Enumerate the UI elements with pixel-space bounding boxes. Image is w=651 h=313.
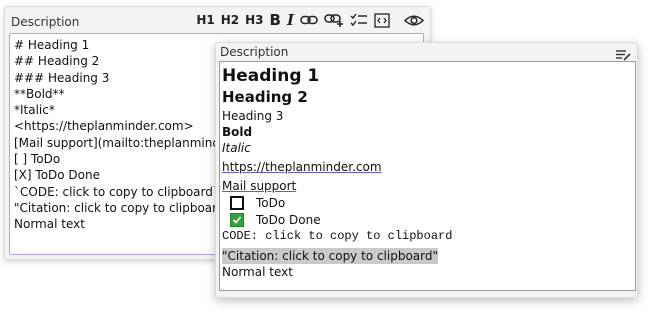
preview-heading-2: Heading 2	[222, 88, 308, 106]
code-block-button[interactable]	[374, 12, 390, 28]
link-button[interactable]	[300, 12, 318, 28]
heading3-button[interactable]: H3	[245, 12, 263, 28]
todo-done-checkbox[interactable]	[230, 212, 244, 227]
italic-button[interactable]: I	[287, 11, 294, 29]
preview-normal-text: Normal text	[222, 265, 293, 279]
preview-heading-3: Heading 3	[222, 109, 284, 123]
todo-checkbox[interactable]	[230, 195, 244, 210]
markdown-preview: Heading 1 Heading 2 Heading 3 Bold Itali…	[219, 61, 636, 291]
add-link-button[interactable]	[324, 12, 344, 28]
markdown-toolbar: H1 H2 H3 B I	[196, 11, 424, 29]
preview-bold-text: Bold	[222, 125, 253, 139]
preview-toggle-button[interactable]	[404, 12, 424, 28]
add-link-icon	[324, 14, 343, 27]
preview-code-copy[interactable]: CODE: click to copy to clipboard	[222, 228, 635, 245]
preview-panel: Description Heading 1 Heading 2 Heading …	[215, 42, 638, 298]
heading2-button[interactable]: H2	[221, 12, 239, 28]
link-icon	[300, 15, 318, 25]
checklist-button[interactable]	[350, 12, 368, 28]
todo-label: ToDo	[256, 195, 286, 210]
todo-item: ToDo	[222, 194, 635, 211]
todo-done-label: ToDo Done	[256, 212, 321, 227]
todo-done-item: ToDo Done	[222, 211, 635, 228]
checkmark-icon	[232, 215, 242, 224]
preview-url-link[interactable]: https://theplanminder.com	[222, 160, 382, 174]
bold-button[interactable]: B	[270, 11, 281, 29]
preview-mail-link[interactable]: Mail support	[222, 179, 296, 193]
preview-italic-text: Italic	[222, 141, 251, 155]
preview-heading-1: Heading 1	[222, 66, 320, 86]
eye-icon	[404, 15, 424, 25]
editor-label: Description	[11, 15, 80, 29]
heading1-button[interactable]: H1	[196, 12, 214, 28]
preview-label: Description	[220, 45, 289, 59]
code-block-icon	[374, 12, 390, 28]
checklist-icon	[350, 13, 367, 27]
preview-citation-copy[interactable]: "Citation: click to copy to clipboard"	[222, 248, 439, 264]
list-edit-icon	[616, 50, 631, 61]
